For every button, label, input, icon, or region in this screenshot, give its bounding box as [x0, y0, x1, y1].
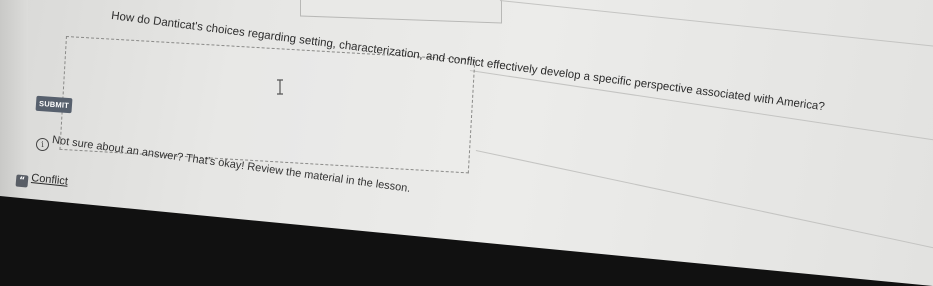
quote-icon: “: [15, 174, 29, 188]
info-icon: i: [36, 138, 49, 151]
conflict-link[interactable]: Conflict: [31, 172, 69, 188]
divider-line: [475, 150, 933, 249]
submit-button[interactable]: SUBMIT: [35, 95, 73, 114]
divider-line: [469, 70, 933, 141]
divider-line: [499, 0, 933, 47]
previous-answer-box[interactable]: [300, 0, 502, 24]
text-cursor-icon: [277, 79, 283, 95]
